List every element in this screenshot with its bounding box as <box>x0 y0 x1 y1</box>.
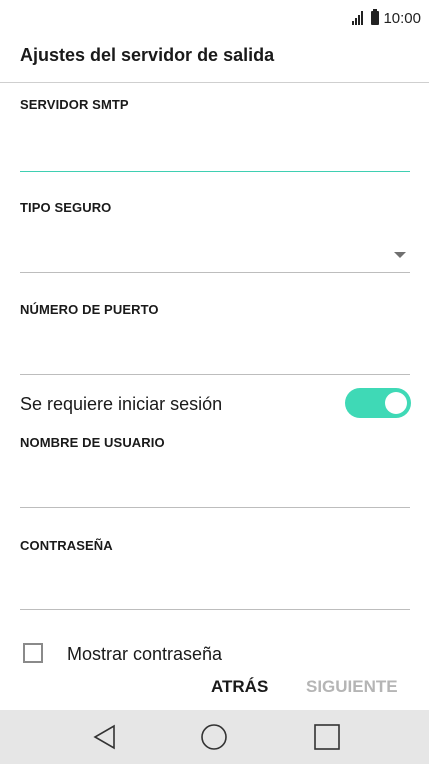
signal-icon <box>352 11 364 25</box>
show-password-label: Mostrar contraseña <box>67 644 223 664</box>
username-input[interactable] <box>20 465 410 507</box>
battery-icon <box>371 9 380 25</box>
recents-square-icon[interactable] <box>312 722 342 752</box>
smtp-server-underline <box>20 171 410 172</box>
settings-form: SERVIDOR SMTP TIPO SEGURO NÚMERO DE PUER… <box>0 83 429 668</box>
security-type-label: TIPO SEGURO <box>20 200 112 215</box>
status-bar: 10:00 <box>0 0 429 40</box>
home-circle-icon[interactable] <box>199 722 229 752</box>
port-label: NÚMERO DE PUERTO <box>20 302 159 317</box>
login-required-label: Se requiere iniciar sesión <box>20 394 223 414</box>
port-input[interactable] <box>20 333 410 373</box>
toggle-knob <box>385 392 407 414</box>
password-underline <box>20 609 410 610</box>
next-button[interactable]: SIGUIENTE <box>306 677 398 697</box>
password-input[interactable] <box>20 567 410 609</box>
page-title: Ajustes del servidor de salida <box>20 45 275 65</box>
title-bar: Ajustes del servidor de salida <box>0 40 429 83</box>
username-label: NOMBRE DE USUARIO <box>20 435 165 450</box>
back-triangle-icon[interactable] <box>90 722 120 752</box>
status-indicators: 10:00 <box>352 8 421 28</box>
username-underline <box>20 507 410 508</box>
dropdown-arrow-icon <box>394 252 406 258</box>
back-button[interactable]: ATRÁS <box>211 677 268 697</box>
security-type-underline <box>20 272 410 273</box>
password-label: CONTRASEÑA <box>20 538 113 553</box>
action-bar: ATRÁS SIGUIENTE <box>0 668 429 710</box>
system-nav-bar <box>0 710 429 764</box>
smtp-server-label: SERVIDOR SMTP <box>20 97 129 112</box>
show-password-checkbox[interactable] <box>23 643 43 663</box>
port-underline <box>20 374 410 375</box>
smtp-server-input[interactable] <box>20 133 410 171</box>
login-required-toggle[interactable] <box>345 388 411 418</box>
status-time: 10:00 <box>383 9 421 27</box>
security-type-dropdown[interactable] <box>20 228 410 272</box>
